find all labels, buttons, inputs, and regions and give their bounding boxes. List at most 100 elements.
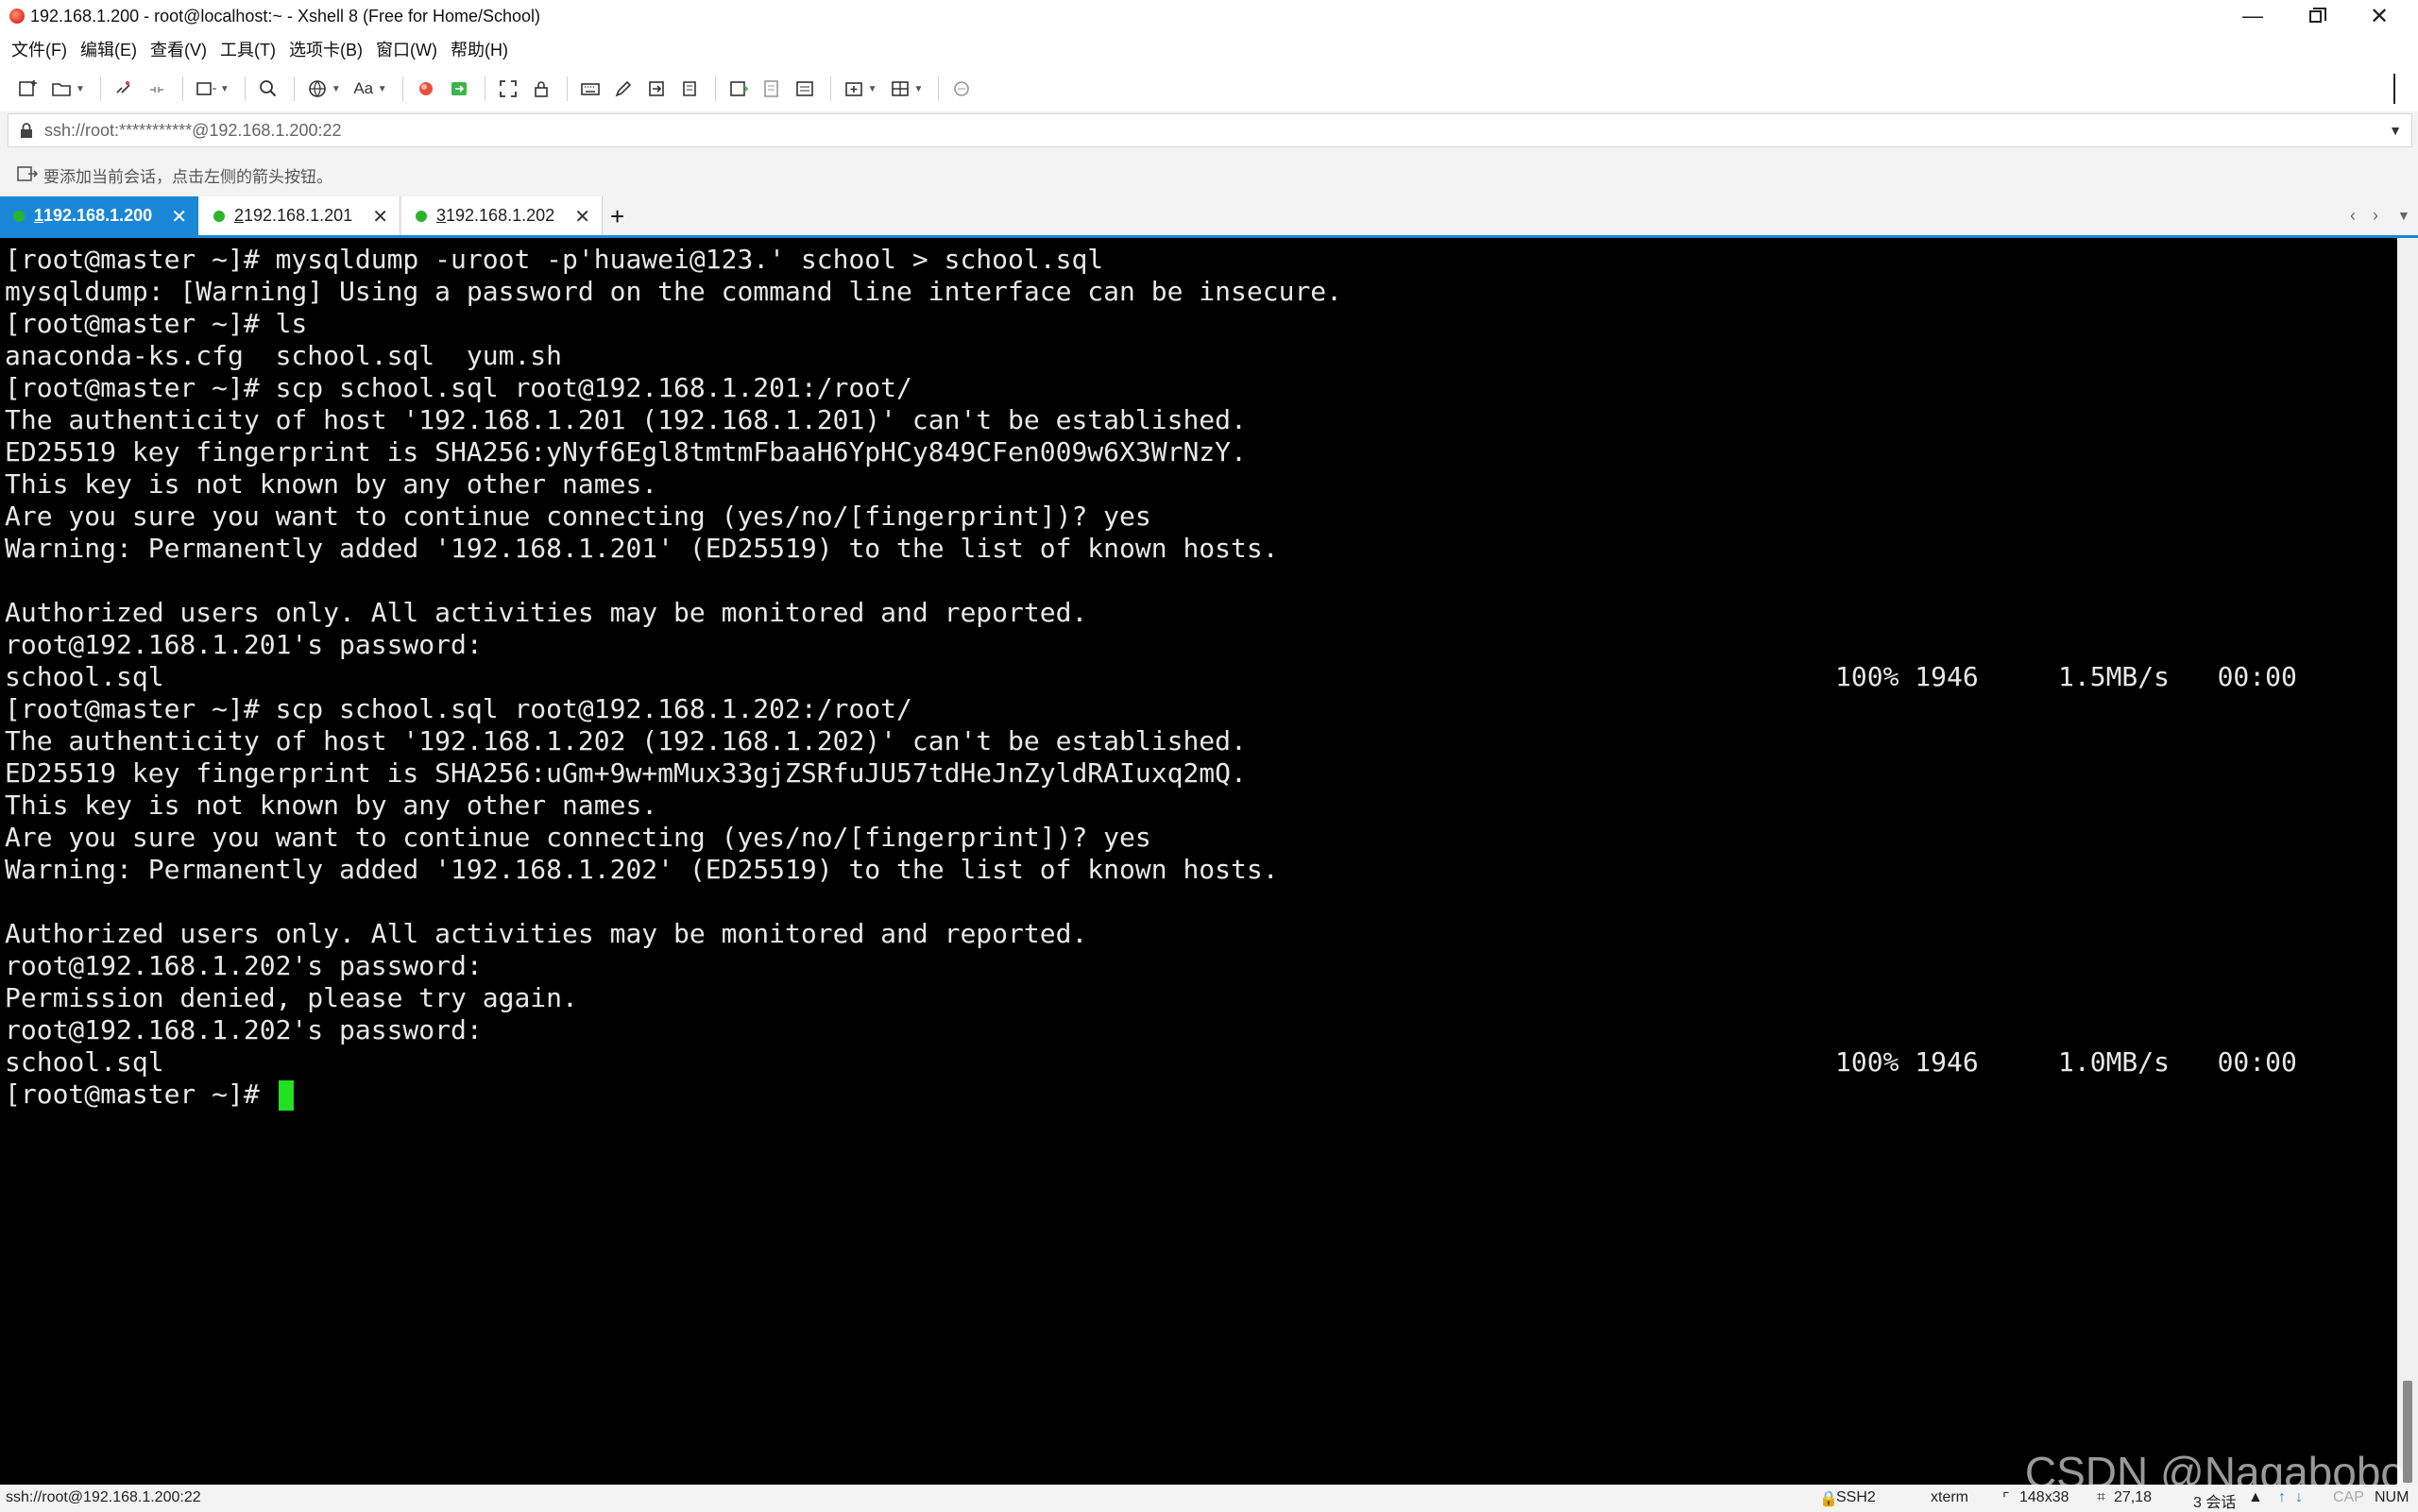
- title-bar: 192.168.1.200 - root@localhost:~ - Xshel…: [0, 0, 2418, 32]
- terminal-line: Warning: Permanently added '192.168.1.20…: [5, 854, 1279, 885]
- chevron-down-icon[interactable]: ▼: [914, 84, 924, 94]
- terminal-line: Are you sure you want to continue connec…: [5, 822, 1151, 853]
- terminal-line: [root@master ~]# scp school.sql root@192…: [5, 372, 912, 403]
- terminal-line: This key is not known by any other names…: [5, 468, 658, 500]
- terminal-prompt: [root@master ~]#: [5, 1079, 276, 1110]
- menu-view[interactable]: 查看(V): [150, 37, 207, 61]
- address-bar[interactable]: ssh://root:***********@192.168.1.200:22 …: [8, 113, 2412, 147]
- chevron-down-icon[interactable]: ▼: [332, 84, 341, 94]
- transfer-icon[interactable]: [641, 74, 672, 104]
- terminal-line: [root@master ~]# scp school.sql root@192…: [5, 693, 912, 724]
- lock-icon: [21, 123, 32, 138]
- hint-text: 要添加当前会话，点击左侧的箭头按钮。: [43, 168, 332, 186]
- status-connection: ssh://root@192.168.1.200:22: [6, 1489, 201, 1505]
- status-sessions: 3 会话: [2193, 1495, 2237, 1511]
- toolbar: ▼ ▼ ▼ Aa ▼ ▼ ▼: [0, 66, 2418, 111]
- notes-icon[interactable]: [790, 74, 820, 104]
- menu-bar: 文件(F) 编辑(E) 查看(V) 工具(T) 选项卡(B) 窗口(W) 帮助(…: [0, 32, 2418, 66]
- status-cursor-pos: 27,18: [2114, 1489, 2153, 1505]
- connected-status-icon: [416, 210, 427, 222]
- status-size: 148x38: [2019, 1489, 2069, 1505]
- toolbar-divider: [829, 76, 831, 101]
- tab-prev-icon[interactable]: ‹: [2350, 206, 2356, 226]
- layout-icon[interactable]: [885, 74, 915, 104]
- add-session-arrow-icon[interactable]: [17, 165, 38, 182]
- font-icon[interactable]: Aa: [349, 74, 379, 104]
- terminal-output[interactable]: [root@master ~]# mysqldump -uroot -p'hua…: [0, 238, 2397, 1485]
- chevron-down-icon[interactable]: ▼: [2389, 123, 2402, 138]
- menu-help[interactable]: 帮助(H): [451, 37, 508, 61]
- minimize-button[interactable]: —: [2222, 0, 2284, 32]
- terminal-cursor: [279, 1080, 294, 1111]
- terminal-line: Are you sure you want to continue connec…: [5, 501, 1151, 532]
- chevron-down-icon[interactable]: ▼: [378, 84, 387, 94]
- toolbar-divider: [181, 76, 183, 101]
- address-input[interactable]: ssh://root:***********@192.168.1.200:22: [44, 121, 342, 141]
- add-window-icon[interactable]: [839, 74, 869, 104]
- chevron-down-icon[interactable]: ▼: [220, 84, 230, 94]
- tab-number: 2: [234, 206, 245, 225]
- tab-label: 192.168.1.201: [244, 206, 353, 225]
- terminal-line: Authorized users only. All activities ma…: [5, 597, 1088, 628]
- status-protocol: SSH2: [1836, 1489, 1876, 1505]
- keyboard-icon[interactable]: [575, 74, 605, 104]
- chevron-down-icon[interactable]: ▼: [76, 84, 85, 94]
- terminal-line: school.sql: [5, 661, 164, 692]
- position-icon: ⌗: [2097, 1489, 2106, 1505]
- close-tab-icon[interactable]: ✕: [171, 205, 187, 229]
- close-tab-icon[interactable]: ✕: [574, 205, 590, 229]
- tab-list-icon[interactable]: ▼: [2397, 208, 2410, 223]
- xshell-icon[interactable]: [411, 74, 441, 104]
- new-tab-icon[interactable]: [191, 74, 221, 104]
- menu-tools[interactable]: 工具(T): [220, 37, 276, 61]
- fullscreen-icon[interactable]: [493, 74, 523, 104]
- chat-icon[interactable]: [946, 74, 977, 104]
- reconnect-icon[interactable]: [109, 74, 139, 104]
- close-tab-icon[interactable]: ✕: [372, 205, 388, 229]
- terminal-line: ED25519 key fingerprint is SHA256:uGm+9w…: [5, 757, 1247, 789]
- tab-label: 192.168.1.200: [43, 206, 153, 225]
- terminal-scrollbar[interactable]: [2397, 238, 2418, 1485]
- close-button[interactable]: ✕: [2348, 0, 2410, 32]
- chevron-down-icon[interactable]: ▼: [868, 84, 877, 94]
- menu-edit[interactable]: 编辑(E): [80, 37, 137, 61]
- maximize-button[interactable]: [2284, 0, 2346, 32]
- globe-icon[interactable]: [302, 74, 332, 104]
- connected-status-icon: [213, 210, 225, 222]
- terminal-line: school.sql: [5, 1046, 164, 1078]
- new-session-icon[interactable]: [13, 74, 43, 104]
- toolbar-divider: [293, 76, 295, 101]
- open-folder-icon[interactable]: [46, 74, 77, 104]
- download-arrow-icon: ↓: [2295, 1489, 2303, 1505]
- terminal-line: [root@master ~]# ls: [5, 308, 308, 339]
- compose-icon[interactable]: [608, 74, 639, 104]
- terminal-line: root@192.168.1.201's password:: [5, 629, 499, 660]
- status-caps: CAP: [2333, 1489, 2364, 1505]
- transfer-progress: 100% 1946 1.5MB/s 00:00: [1835, 661, 2297, 692]
- lock-icon[interactable]: [526, 74, 556, 104]
- menu-file[interactable]: 文件(F): [11, 37, 67, 61]
- menu-window[interactable]: 窗口(W): [376, 37, 437, 61]
- macro-icon[interactable]: [724, 74, 754, 104]
- terminal-line: Warning: Permanently added '192.168.1.20…: [5, 533, 1279, 564]
- terminal-line: The authenticity of host '192.168.1.201 …: [5, 404, 1247, 435]
- hint-bar: [0, 151, 2418, 195]
- connected-status-icon: [13, 210, 25, 222]
- search-icon[interactable]: [253, 74, 283, 104]
- terminal-line: This key is not known by any other names…: [5, 790, 658, 821]
- toolbar-divider: [99, 76, 101, 101]
- tab-session-3[interactable]: 3 192.168.1.202 ✕: [402, 196, 603, 235]
- tab-session-1[interactable]: 1 192.168.1.200 ✕: [0, 196, 198, 235]
- log-icon[interactable]: [757, 74, 787, 104]
- menu-tabs[interactable]: 选项卡(B): [289, 37, 363, 61]
- disconnect-icon[interactable]: [142, 74, 172, 104]
- tab-session-2[interactable]: 2 192.168.1.201 ✕: [200, 196, 400, 235]
- xftp-icon[interactable]: [444, 74, 474, 104]
- add-tab-icon[interactable]: +: [610, 202, 624, 231]
- upload-arrow-icon: ↑: [2278, 1489, 2286, 1505]
- size-icon: ⌜: [2002, 1491, 2010, 1507]
- terminal-line: ED25519 key fingerprint is SHA256:yNyf6E…: [5, 436, 1247, 467]
- session-chevron-icon[interactable]: ▲: [2248, 1489, 2263, 1506]
- script-icon[interactable]: [674, 74, 705, 104]
- tab-next-icon[interactable]: ›: [2373, 206, 2378, 226]
